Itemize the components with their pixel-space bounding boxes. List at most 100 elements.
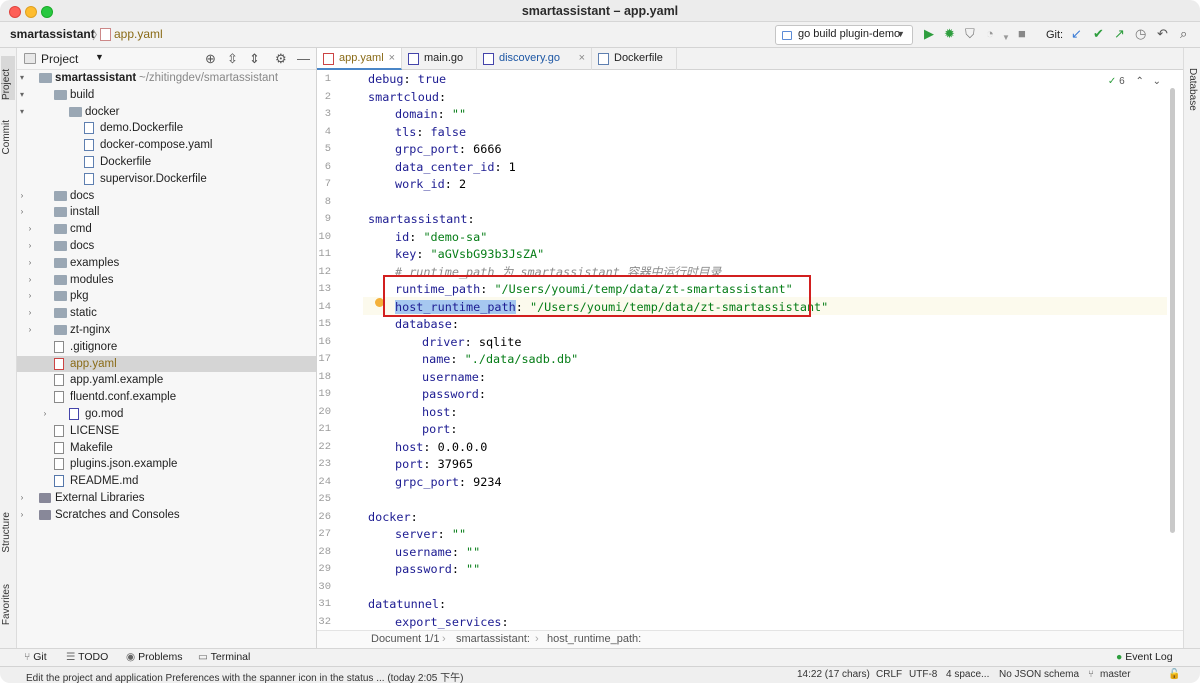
- code-line[interactable]: domain: "": [395, 106, 466, 124]
- code-line[interactable]: docker:: [368, 509, 418, 527]
- git-tool-button[interactable]: ⑂ Git: [24, 651, 47, 663]
- chevron-right-icon[interactable]: ›: [25, 322, 35, 339]
- code-line[interactable]: key: "aGVsbG93b3JsZA": [395, 246, 544, 264]
- breadcrumb-host-runtime-path[interactable]: host_runtime_path:: [547, 633, 641, 645]
- chevron-right-icon[interactable]: ›: [17, 188, 27, 205]
- breadcrumb-file[interactable]: app.yaml: [114, 27, 163, 41]
- tree-node[interactable]: .gitignore: [17, 339, 316, 356]
- expand-all-icon[interactable]: ⇳: [227, 51, 238, 67]
- rollback-icon[interactable]: ↶: [1157, 27, 1168, 41]
- tree-node[interactable]: ▾ docker: [17, 104, 316, 121]
- chevron-right-icon[interactable]: ›: [40, 406, 50, 423]
- project-panel-title[interactable]: Project: [41, 52, 78, 66]
- tree-node[interactable]: › docs: [17, 238, 316, 255]
- terminal-tool-button[interactable]: ▭ Terminal: [198, 651, 250, 663]
- chevron-down-icon[interactable]: ▾: [17, 104, 27, 121]
- tree-node[interactable]: plugins.json.example: [17, 456, 316, 473]
- previous-highlight-icon[interactable]: ⌃: [1135, 76, 1143, 87]
- code-line[interactable]: port: 37965: [395, 456, 473, 474]
- history-icon[interactable]: ◷: [1135, 27, 1146, 41]
- gear-icon[interactable]: ⚙: [275, 51, 287, 67]
- chevron-down-icon[interactable]: ▼: [95, 52, 104, 62]
- stop-icon[interactable]: ■: [1018, 27, 1026, 41]
- tree-node[interactable]: › Scratches and Consoles: [17, 507, 316, 524]
- tree-node[interactable]: › examples: [17, 255, 316, 272]
- tree-node[interactable]: supervisor.Dockerfile: [17, 171, 316, 188]
- file-encoding[interactable]: UTF-8: [909, 669, 937, 680]
- git-branch[interactable]: master: [1100, 669, 1131, 680]
- code-line[interactable]: tls: false: [395, 124, 466, 142]
- tree-node[interactable]: › External Libraries: [17, 490, 316, 507]
- code-line[interactable]: password:: [422, 386, 486, 404]
- code-line[interactable]: name: "./data/sadb.db": [422, 351, 578, 369]
- tree-node[interactable]: › install: [17, 204, 316, 221]
- coverage-icon[interactable]: ⛉: [965, 27, 975, 41]
- tree-node[interactable]: Makefile: [17, 440, 316, 457]
- caret-position[interactable]: 14:22 (17 chars): [797, 669, 870, 680]
- tree-node[interactable]: › go.mod: [17, 406, 316, 423]
- collapse-all-icon[interactable]: ⇕: [249, 51, 260, 67]
- json-schema[interactable]: No JSON schema: [999, 669, 1079, 680]
- event-log-button[interactable]: ● Event Log: [1116, 651, 1173, 663]
- tree-node[interactable]: fluentd.conf.example: [17, 389, 316, 406]
- chevron-right-icon[interactable]: ›: [17, 507, 27, 524]
- todo-tool-button[interactable]: ☰ TODO: [66, 651, 108, 663]
- run-icon[interactable]: ▶: [924, 27, 934, 41]
- tree-node[interactable]: LICENSE: [17, 423, 316, 440]
- tab-main-go[interactable]: main.go: [402, 48, 477, 70]
- profile-icon[interactable]: ◔: [986, 27, 994, 41]
- chevron-right-icon[interactable]: ›: [25, 238, 35, 255]
- tree-node[interactable]: ▾ smartassistant ~/zhitingdev/smartassista…: [17, 70, 316, 87]
- lock-icon[interactable]: 🔓: [1168, 669, 1180, 680]
- tab-app-yaml[interactable]: app.yaml ×: [317, 48, 402, 70]
- close-icon[interactable]: ×: [579, 48, 585, 69]
- indent-setting[interactable]: 4 space...: [946, 669, 989, 680]
- breadcrumb-project[interactable]: smartassistant: [10, 27, 95, 41]
- code-line[interactable]: server: "": [395, 526, 466, 544]
- structure-tool-tab[interactable]: Structure: [1, 512, 12, 553]
- code-line[interactable]: smartassistant:: [368, 211, 475, 229]
- code-line[interactable]: smartcloud:: [368, 89, 446, 107]
- tree-node[interactable]: app.yaml: [17, 355, 316, 373]
- tree-node[interactable]: demo.Dockerfile: [17, 120, 316, 137]
- update-project-icon[interactable]: ↙: [1071, 27, 1082, 41]
- status-message[interactable]: Edit the project and application Prefere…: [26, 669, 463, 683]
- code-line[interactable]: driver: sqlite: [422, 334, 521, 352]
- code-line[interactable]: grpc_port: 6666: [395, 141, 502, 159]
- editor-scrollbar[interactable]: [1170, 88, 1175, 533]
- code-line[interactable]: host: 0.0.0.0: [395, 439, 487, 457]
- tab-dockerfile[interactable]: Dockerfile: [592, 48, 677, 70]
- inspection-widget[interactable]: ✓ 6 ⌃ ⌄: [1108, 76, 1161, 87]
- breadcrumb-smartassistant[interactable]: smartassistant:: [456, 633, 530, 645]
- database-tool-tab[interactable]: Database: [1187, 68, 1198, 111]
- profile-dropdown-icon[interactable]: ▼: [1002, 31, 1010, 45]
- tree-node[interactable]: docker-compose.yaml: [17, 137, 316, 154]
- code-line[interactable]: username:: [422, 369, 486, 387]
- tree-node[interactable]: › cmd: [17, 221, 316, 238]
- code-line[interactable]: debug: true: [368, 71, 446, 89]
- code-line[interactable]: datatunnel:: [368, 596, 446, 614]
- code-line[interactable]: port:: [422, 421, 458, 439]
- locate-file-icon[interactable]: ⊕: [205, 51, 216, 67]
- code-editor[interactable]: 1 2 3 4 5 6 7 8 9 10 11 12 13 14 15 16 17 18 19 20 21 22 23 24 2…: [317, 70, 1183, 630]
- close-icon[interactable]: ×: [389, 48, 395, 69]
- breadcrumb-document[interactable]: Document 1/1: [371, 633, 439, 645]
- project-tool-tab[interactable]: Project: [1, 56, 15, 100]
- hide-panel-icon[interactable]: —: [297, 51, 310, 66]
- tree-node[interactable]: app.yaml.example: [17, 372, 316, 389]
- code-line[interactable]: host:: [422, 404, 458, 422]
- line-separator[interactable]: CRLF: [876, 669, 902, 680]
- chevron-right-icon[interactable]: ›: [17, 490, 27, 507]
- tree-node[interactable]: › modules: [17, 272, 316, 289]
- code-line[interactable]: id: "demo-sa": [395, 229, 487, 247]
- code-line[interactable]: database:: [395, 316, 459, 334]
- chevron-right-icon[interactable]: ›: [25, 221, 35, 238]
- code-line[interactable]: password: "": [395, 561, 480, 579]
- next-highlight-icon[interactable]: ⌄: [1153, 76, 1161, 87]
- push-icon[interactable]: ↗: [1114, 27, 1125, 41]
- tree-node[interactable]: › pkg: [17, 288, 316, 305]
- tab-discovery-go[interactable]: discovery.go ×: [477, 48, 592, 70]
- chevron-down-icon[interactable]: ▾: [17, 87, 27, 104]
- code-line[interactable]: work_id: 2: [395, 176, 466, 194]
- chevron-right-icon[interactable]: ›: [17, 204, 27, 221]
